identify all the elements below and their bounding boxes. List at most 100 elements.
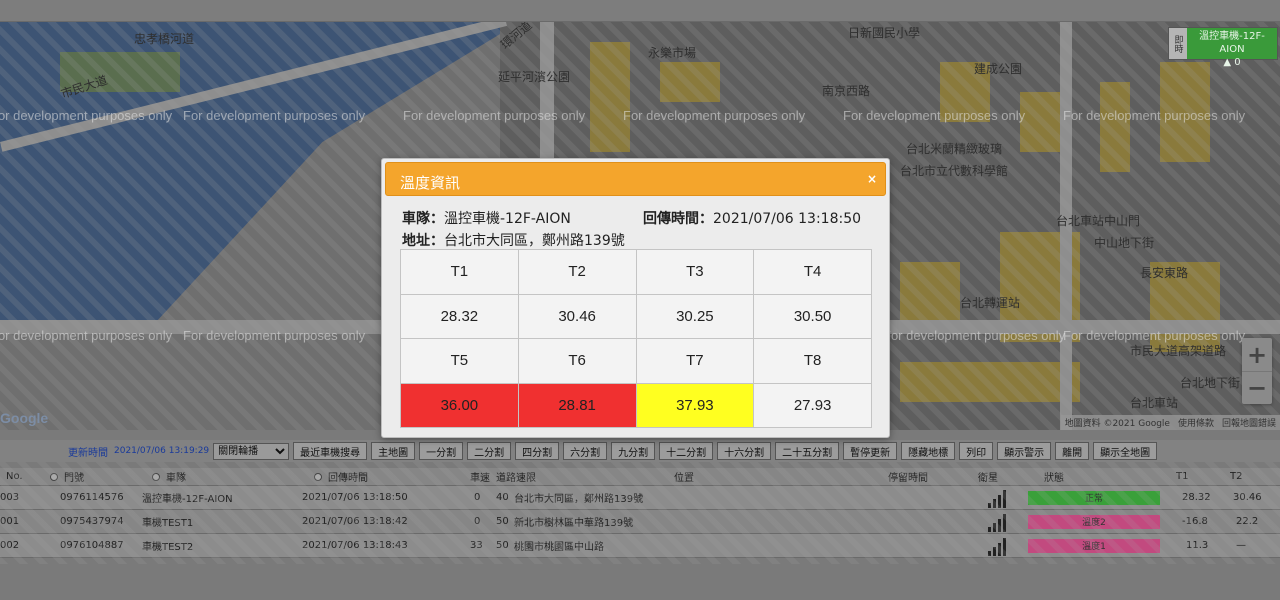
fleet-label: 車隊： <box>402 211 444 227</box>
report-time-value: 2021/07/06 13:18:50 <box>713 211 862 227</box>
col-satellite: 衛星 <box>978 473 998 484</box>
row-no: 003 <box>0 492 20 503</box>
sensor-value: 36.00 <box>400 382 519 428</box>
row-vehicle: 車機TEST1 <box>142 518 194 529</box>
status-badge: 溫度2 <box>1028 514 1160 529</box>
sensor-name: T3 <box>635 249 755 295</box>
split-16-button[interactable]: 十六分割 <box>717 442 772 460</box>
temperature-info-dialog: 溫度資訊 × 車隊：溫控車機-12F-AION 回傳時間：2021/07/06 … <box>381 158 890 438</box>
row-vehicle: 車機TEST2 <box>142 542 194 553</box>
radio-icon <box>314 472 322 481</box>
row-status: 正常 <box>1028 486 1160 509</box>
sensor-name: T6 <box>517 338 637 384</box>
table-header: No. 門號 車隊 回傳時間 車速 道路速限 位置 停留時間 衛星 狀態 T1 … <box>0 468 1280 486</box>
hide-landmark-button[interactable]: 隱藏地標 <box>901 442 956 460</box>
close-icon[interactable]: × <box>867 172 877 186</box>
temperature-table: T1 T2 T3 T4 28.32 30.46 30.25 30.50 T5 T… <box>400 249 872 428</box>
row-door: 0975437974 <box>60 516 124 527</box>
arrow-up-icon: ▲ <box>1223 57 1232 68</box>
row-t2: — <box>1236 540 1246 551</box>
report-time-label: 回傳時間： <box>643 211 713 227</box>
split-9-button[interactable]: 九分割 <box>611 442 656 460</box>
map-label: 中山地下街 <box>1094 236 1155 250</box>
col-time-label: 回傳時間 <box>328 473 368 484</box>
report-error-link[interactable]: 回報地圖錯誤 <box>1222 416 1276 429</box>
col-t2: T2 <box>1230 471 1243 482</box>
row-limit: 50 <box>496 516 509 527</box>
signal-icon <box>988 510 1006 533</box>
sensor-value: 30.50 <box>753 293 872 339</box>
terms-link[interactable]: 使用條款 <box>1178 416 1214 429</box>
col-vehicle-label: 車隊 <box>166 473 186 484</box>
status-badge: 溫度1 <box>1028 538 1160 553</box>
dialog-title: 溫度資訊 <box>400 174 461 192</box>
report-time-info: 回傳時間：2021/07/06 13:18:50 <box>643 208 861 228</box>
signal-icon <box>988 534 1006 557</box>
fleet-info: 車隊：溫控車機-12F-AION <box>402 208 571 228</box>
col-door[interactable]: 門號 <box>50 468 84 485</box>
split-1-button[interactable]: 一分割 <box>419 442 464 460</box>
row-t2: 30.46 <box>1233 492 1262 503</box>
sensor-value-row: 28.32 30.46 30.25 30.50 <box>400 293 872 339</box>
col-speed-limit: 道路速限 <box>496 473 536 484</box>
col-no: No. <box>6 471 23 482</box>
dev-watermark: For development purposes only <box>0 108 173 123</box>
sensor-name-row: T1 T2 T3 T4 <box>400 249 872 295</box>
address-label: 地址： <box>402 233 444 249</box>
dialog-header: 溫度資訊 × <box>385 162 886 196</box>
row-no: 002 <box>0 540 20 551</box>
map-label: 台北車站 <box>1130 396 1179 410</box>
status-badge: 正常 <box>1028 490 1160 505</box>
zoom-in-button[interactable]: + <box>1242 338 1272 371</box>
split-25-button[interactable]: 二十五分割 <box>775 442 840 460</box>
table-row[interactable]: 001 0975437974 車機TEST1 2021/07/06 13:18:… <box>0 510 1280 534</box>
sensor-value: 30.25 <box>635 293 755 339</box>
row-no: 001 <box>0 516 20 527</box>
dev-watermark: For development purposes only <box>403 108 586 123</box>
main-map-button[interactable]: 主地圖 <box>371 442 416 460</box>
map-label: 長安東路 <box>1140 266 1189 280</box>
split-4-button[interactable]: 四分割 <box>515 442 560 460</box>
pause-update-button[interactable]: 暫停更新 <box>843 442 898 460</box>
marker-side-tab: 即時 <box>1169 28 1187 59</box>
rotation-select[interactable]: 關閉輪播 <box>213 442 290 460</box>
table-row[interactable]: 003 0976114576 溫控車機-12F-AION 2021/07/06 … <box>0 486 1280 510</box>
sensor-value: 30.46 <box>517 293 637 339</box>
sensor-name: T1 <box>400 249 519 295</box>
exit-button[interactable]: 離開 <box>1055 442 1090 460</box>
row-status: 溫度2 <box>1028 510 1160 533</box>
show-full-map-button[interactable]: 顯示全地圖 <box>1093 442 1158 460</box>
dev-watermark: For development purposes only <box>883 328 1066 343</box>
address-info: 地址：台北市大同區，鄭州路139號 <box>402 230 625 250</box>
vehicle-marker[interactable]: 即時 溫控車機-12F-AION ▲ 0 <box>1168 27 1278 68</box>
dev-watermark: For development purposes only <box>1063 108 1246 123</box>
radio-icon <box>152 472 160 481</box>
row-location: 桃園市桃園區中山路 <box>514 542 604 553</box>
map-label: 台北轉運站 <box>960 296 1021 310</box>
col-vehicle[interactable]: 車隊 <box>152 468 186 485</box>
dev-watermark: For development purposes only <box>1063 328 1246 343</box>
col-time[interactable]: 回傳時間 <box>314 468 368 485</box>
map-label: 延平河濱公園 <box>498 70 571 84</box>
show-alerts-button[interactable]: 顯示警示 <box>997 442 1052 460</box>
update-time-label: 更新時間 <box>68 447 108 459</box>
row-t1: 11.3 <box>1186 540 1209 551</box>
sensor-value-row: 36.00 28.81 37.93 27.93 <box>400 382 872 428</box>
split-2-button[interactable]: 二分割 <box>467 442 512 460</box>
map-label: 南京西路 <box>822 84 871 98</box>
map-label: 台北車站中山門 <box>1056 214 1141 228</box>
sensor-name: T8 <box>753 338 872 384</box>
dev-watermark: For development purposes only <box>0 328 173 343</box>
bottom-bar <box>0 564 1280 600</box>
zoom-out-button[interactable]: − <box>1242 371 1272 404</box>
split-12-button[interactable]: 十二分割 <box>659 442 714 460</box>
split-6-button[interactable]: 六分割 <box>563 442 608 460</box>
dev-watermark: For development purposes only <box>843 108 1026 123</box>
table-row[interactable]: 002 0976104887 車機TEST2 2021/07/06 13:18:… <box>0 534 1280 558</box>
print-button[interactable]: 列印 <box>959 442 994 460</box>
nearest-vehicle-search-button[interactable]: 最近車機搜尋 <box>293 442 368 460</box>
zoom-control: + − <box>1242 338 1272 404</box>
row-location: 台北市大同區，鄭州路139號 <box>514 494 644 505</box>
map-label: 永樂市場 <box>648 46 697 60</box>
radio-icon <box>50 472 58 481</box>
